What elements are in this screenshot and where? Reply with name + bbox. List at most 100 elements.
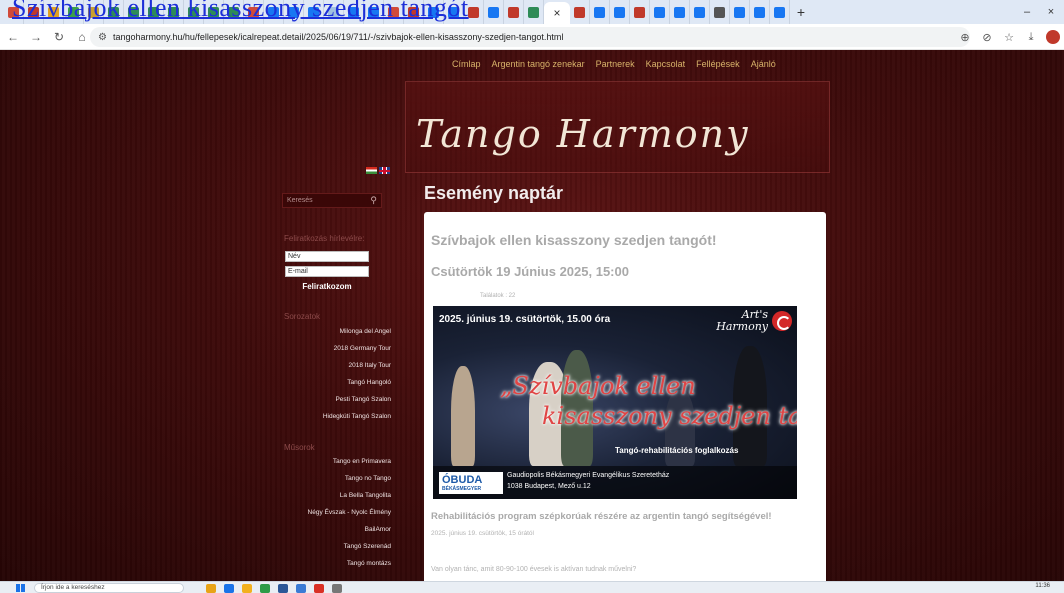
minimize-button[interactable]: – [1014, 0, 1040, 24]
series-item[interactable]: Pesti Tangó Szalon [323, 391, 391, 408]
series-item[interactable]: Milonga del Angel [323, 323, 391, 340]
browser-tab-right-7[interactable] [710, 0, 730, 24]
tab-favicon-icon [774, 6, 785, 18]
forward-icon[interactable]: → [26, 27, 46, 47]
reload-icon[interactable]: ↻ [49, 27, 69, 47]
nav-item-0[interactable]: Címlap [452, 59, 481, 69]
browser-tab-right-8[interactable] [730, 0, 750, 24]
site-logo[interactable]: Tango Harmony [416, 112, 750, 156]
email-field[interactable]: E-mail [285, 266, 369, 277]
close-tab-icon[interactable]: × [553, 6, 560, 20]
show-item[interactable]: Tango en Primavera [308, 453, 391, 470]
screenshot-root: × + – × Szívbajok ellen kisasszony szedj… [0, 0, 1064, 593]
url-text[interactable]: tangoharmony.hu/hu/fellepesek/icalrepeat… [113, 32, 563, 42]
poster-subtitle: Tangó-rehabilitációs foglalkozás [615, 446, 739, 455]
arts-harmony-logo-icon [772, 311, 792, 331]
series-item[interactable]: Tangó Hangoló [323, 374, 391, 391]
series-item[interactable]: 2018 Germany Tour [323, 340, 391, 357]
browser-tab-right-10[interactable] [770, 0, 790, 24]
star-icon[interactable]: ☆ [998, 27, 1020, 47]
site-info-icon[interactable]: ⚙ [98, 32, 107, 43]
active-tab[interactable]: × [544, 2, 570, 24]
name-field[interactable]: Név [285, 251, 369, 262]
nav-item-1[interactable]: Argentin tangó zenekar [492, 59, 585, 69]
taskbar: Írjon ide a kereséshez 11:36 [0, 581, 1064, 593]
series-list: Milonga del Angel 2018 Germany Tour 2018 I… [323, 323, 391, 425]
tab-favicon-icon [574, 6, 585, 18]
venue-name: Gaudiopolis Békásmegyeri Evangélikus Sze… [507, 472, 670, 479]
file-explorer-icon[interactable] [206, 584, 216, 593]
show-item[interactable]: Négy Évszak - Nyolc Élmény [308, 504, 391, 521]
browser-tab-right-4[interactable] [650, 0, 670, 24]
tab-favicon-icon [674, 6, 685, 18]
edge-icon[interactable] [224, 584, 234, 593]
tab-list-right [570, 0, 790, 24]
taskbar-app-icon[interactable] [332, 584, 342, 593]
tab-favicon-icon [734, 6, 745, 18]
search-input[interactable]: Keresés ⚲ [282, 193, 382, 208]
tab-favicon-icon [754, 6, 765, 18]
show-item[interactable]: BailAmor [308, 521, 391, 538]
tab-favicon-icon [594, 6, 605, 18]
browser-tab-26[interactable] [524, 0, 544, 24]
address-bar[interactable]: ⚙ tangoharmony.hu/hu/fellepesek/icalrepe… [90, 27, 970, 47]
poster-date: 2025. június 19. csütörtök, 15.00 óra [439, 314, 611, 325]
series-item[interactable]: Hidegkúti Tangó Szalon [323, 408, 391, 425]
search-placeholder: Keresés [287, 197, 313, 204]
nav-item-3[interactable]: Kapcsolat [646, 59, 686, 69]
eye-off-icon[interactable]: ⊘ [976, 27, 998, 47]
browser-tab-25[interactable] [504, 0, 524, 24]
newsletter-heading: Feliratkozás hírlevélre: [284, 234, 365, 243]
browser-tab-right-6[interactable] [690, 0, 710, 24]
home-icon[interactable]: ⌂ [72, 27, 92, 47]
taskbar-app-icon[interactable] [296, 584, 306, 593]
web-page: Címlap Argentin tangó zenekar Partnerek Kap… [0, 50, 1064, 581]
windows-start-icon[interactable] [16, 584, 25, 592]
browser-tab-24[interactable] [484, 0, 504, 24]
event-title: Szívbajok ellen kisasszony szedjen tangó… [431, 232, 717, 248]
close-window-button[interactable]: × [1038, 0, 1064, 24]
browser-tab-right-3[interactable] [630, 0, 650, 24]
hit-count: Találatok : 22 [480, 293, 516, 299]
taskbar-search[interactable]: Írjon ide a kereséshez [34, 583, 184, 593]
logo-banner: Tango Harmony [405, 81, 830, 173]
browser-tab-right-2[interactable] [610, 0, 630, 24]
browser-tab-right-5[interactable] [670, 0, 690, 24]
show-item[interactable]: Tangó Szerenád [308, 538, 391, 555]
show-item[interactable]: La Bella Tangolita [308, 487, 391, 504]
nav-item-4[interactable]: Fellépések [696, 59, 740, 69]
chrome-icon[interactable] [314, 584, 324, 593]
download-icon[interactable]: ⤓ [1020, 27, 1042, 47]
browser-tab-right-9[interactable] [750, 0, 770, 24]
search-icon[interactable]: ⚲ [370, 195, 377, 206]
excel-icon[interactable] [260, 584, 270, 593]
toolbar-right: ⊕ ⊘ ☆ ⤓ [954, 27, 1060, 47]
shows-list: Tango en Primavera Tango no Tango La Bella… [308, 453, 391, 572]
clock[interactable]: 11:36 [1035, 583, 1050, 589]
show-item[interactable]: Tangó montázs [308, 555, 391, 572]
show-item[interactable]: Tango no Tango [308, 470, 391, 487]
nav-item-2[interactable]: Partnerek [596, 59, 635, 69]
new-tab-button[interactable]: + [790, 4, 812, 20]
browser-toolbar: ← → ↻ ⌂ ⚙ tangoharmony.hu/hu/fellepesek/… [0, 24, 1064, 50]
back-icon[interactable]: ← [3, 27, 23, 47]
taskbar-app-icon[interactable] [242, 584, 252, 593]
tab-favicon-icon [714, 6, 725, 18]
subscribe-button[interactable]: Feliratkozom [282, 282, 372, 291]
browser-tab-right-0[interactable] [570, 0, 590, 24]
tab-favicon-icon [508, 6, 519, 18]
tab-favicon-icon [528, 6, 539, 18]
sponsor-subname: BÉKÁSMEGYER [442, 486, 482, 492]
nav-item-5[interactable]: Ajánló [751, 59, 776, 69]
english-flag-icon[interactable] [379, 167, 390, 174]
event-subtitle: Rehabilitációs program szépkorúak részér… [431, 511, 772, 522]
overlay-title-link[interactable]: Szívbajok ellen kisasszony szedjen tangó… [12, 0, 469, 23]
tab-favicon-icon [694, 6, 705, 18]
zoom-icon[interactable]: ⊕ [954, 27, 976, 47]
browser-tab-right-1[interactable] [590, 0, 610, 24]
series-item[interactable]: 2018 Italy Tour [323, 357, 391, 374]
profile-avatar[interactable] [1046, 30, 1060, 44]
word-icon[interactable] [278, 584, 288, 593]
tab-favicon-icon [634, 6, 645, 18]
hungarian-flag-icon[interactable] [366, 167, 377, 174]
